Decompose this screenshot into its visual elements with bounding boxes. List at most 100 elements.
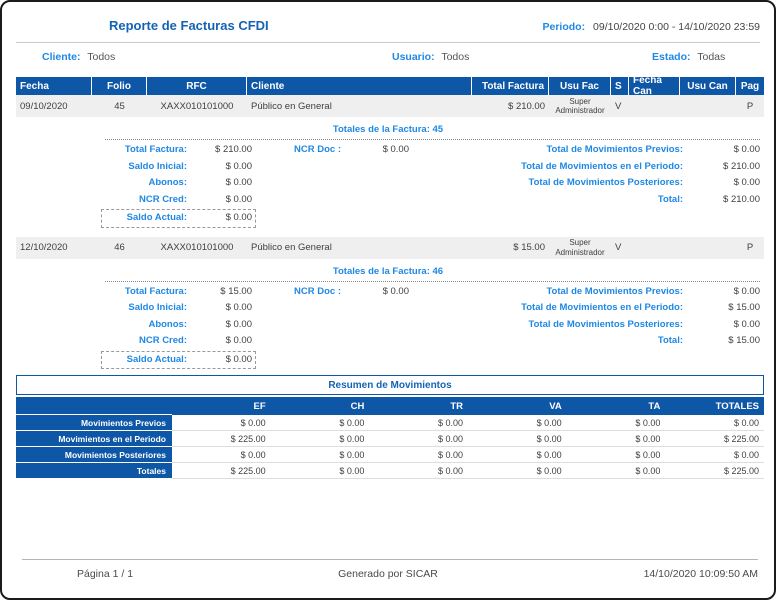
summary-cell: $ 0.00: [566, 447, 666, 463]
cell-s: V: [611, 95, 629, 117]
cell-total-factura: $ 15.00: [472, 236, 549, 259]
detail-label: Total de Movimientos en el Periodo:: [521, 302, 683, 313]
detail-middle-column: NCR Doc : $ 0.00: [256, 142, 409, 159]
cell-rfc: XAXX010101000: [147, 95, 247, 117]
summary-cell: $ 0.00: [468, 463, 567, 479]
summary-cell: $ 225.00: [665, 431, 765, 447]
detail-value: $ 0.00: [733, 318, 760, 330]
dotted-divider: [105, 280, 760, 282]
invoice-row-46: 12/10/2020 46 XAXX010101000 Público en G…: [16, 236, 764, 259]
summary-row-periodo: Movimientos en el Periodo $ 225.00 $ 0.0…: [16, 431, 765, 447]
summary-cell: $ 0.00: [270, 431, 370, 447]
invoice-table-header: Fecha Folio RFC Cliente Total Factura Us…: [16, 77, 764, 95]
detail-middle-column: NCR Doc : $ 0.00: [256, 284, 409, 301]
col-header-s: S: [611, 77, 629, 95]
summary-row-label: Movimientos Posteriores: [16, 447, 172, 463]
cell-usu-can: [680, 95, 736, 117]
detail-value: $ 15.00: [728, 302, 760, 313]
detail-value: $ 210.00: [723, 193, 760, 205]
cell-fecha-can: [629, 236, 680, 259]
filter-estado-value: Todas: [697, 51, 726, 63]
cell-fecha: 09/10/2020: [16, 95, 92, 117]
summary-cell: $ 225.00: [665, 463, 765, 479]
summary-col-totales: TOTALES: [665, 397, 765, 415]
cell-total-factura: $ 210.00: [472, 95, 549, 117]
detail-left-column: Total Factura: $ 15.00 Saldo Inicial: $ 0.…: [101, 284, 256, 369]
detail-label: Abonos:: [148, 318, 187, 330]
generated-timestamp: 14/10/2020 10:09:50 AM: [643, 568, 758, 580]
summary-col-tr: TR: [369, 397, 469, 415]
period-label: Periodo:: [542, 21, 586, 33]
detail-value: $ 0.00: [225, 193, 252, 205]
detail-label: Saldo Inicial:: [128, 302, 187, 313]
summary-cell: $ 0.00: [566, 431, 666, 447]
detail-label: Total de Movimientos Previos:: [546, 285, 683, 297]
detail-label: Total de Movimientos Previos:: [546, 144, 683, 155]
col-header-pag: Pag: [736, 77, 764, 95]
summary-header-empty: [16, 397, 172, 415]
detail-label: Total Factura:: [124, 285, 187, 297]
detail-value: $ 0.00: [733, 144, 760, 155]
summary-cell: $ 0.00: [270, 415, 370, 431]
cell-usu-fac: Super Administrador: [549, 95, 611, 117]
summary-title: Resumen de Movimientos: [16, 375, 764, 395]
detail-label: Total de Movimientos Posteriores:: [528, 177, 684, 188]
cell-usu-can: [680, 236, 736, 259]
summary-row-label: Totales: [16, 463, 172, 479]
summary-row-totales: Totales $ 225.00 $ 0.00 $ 0.00 $ 0.00 $ …: [16, 463, 765, 479]
detail-label: Saldo Actual:: [126, 212, 187, 223]
summary-table: Resumen de Movimientos EF CH TR VA TA TO…: [16, 375, 765, 479]
detail-label: Saldo Inicial:: [128, 160, 187, 172]
summary-col-ef: EF: [172, 397, 271, 415]
cell-pag: P: [736, 236, 764, 259]
summary-cell: $ 0.00: [468, 431, 567, 447]
filter-cliente-label: Cliente:: [42, 51, 81, 63]
report-footer: Generado por SICAR Página 1 / 1 14/10/20…: [2, 568, 774, 582]
summary-cell: $ 0.00: [566, 415, 666, 431]
summary-cell: $ 0.00: [468, 447, 567, 463]
footer-divider: [22, 559, 758, 560]
filter-usuario-label: Usuario:: [392, 51, 435, 63]
col-header-rfc: RFC: [147, 77, 247, 95]
filters-row: Cliente: Todos Usuario: Todos Estado: To…: [16, 43, 760, 69]
invoice-totals-heading: Totales de la Factura: 45: [332, 124, 444, 135]
detail-value: $ 15.00: [728, 335, 760, 346]
detail-label: Total de Movimientos en el Periodo:: [521, 160, 683, 172]
summary-row-label: Movimientos Previos: [16, 415, 172, 431]
detail-label: Total Factura:: [124, 144, 187, 155]
col-header-total-factura: Total Factura: [472, 77, 549, 95]
detail-value: $ 0.00: [382, 144, 409, 155]
col-header-usu-fac: Usu Fac: [549, 77, 611, 95]
detail-value: $ 0.00: [225, 212, 252, 223]
summary-cell: $ 0.00: [172, 415, 271, 431]
summary-cell: $ 0.00: [665, 415, 765, 431]
invoice-45-totals: Totales de la Factura: 45 Total Factura:…: [16, 124, 760, 228]
detail-value: $ 0.00: [382, 285, 409, 297]
detail-label: NCR Cred:: [138, 193, 187, 205]
summary-cell: $ 0.00: [468, 415, 567, 431]
filter-estado: Estado: Todas: [652, 51, 725, 63]
page-title: Reporte de Facturas CFDI: [109, 18, 269, 33]
cell-folio: 45: [92, 95, 147, 117]
filter-usuario: Usuario: Todos: [392, 51, 469, 63]
summary-cell: $ 0.00: [369, 431, 469, 447]
invoice-46-totals: Totales de la Factura: 46 Total Factura:…: [16, 266, 760, 369]
detail-value: $ 0.00: [225, 318, 252, 330]
summary-row-previos: Movimientos Previos $ 0.00 $ 0.00 $ 0.00…: [16, 415, 765, 431]
detail-label: Total de Movimientos Posteriores:: [528, 318, 684, 330]
detail-label: Abonos:: [148, 177, 187, 188]
summary-cell: $ 0.00: [270, 463, 370, 479]
page-number: Página 1 / 1: [77, 568, 134, 580]
saldo-actual-box: Saldo Actual: $ 0.00: [101, 209, 256, 228]
summary-col-ta: TA: [566, 397, 666, 415]
summary-cell: $ 0.00: [369, 463, 469, 479]
col-header-fecha-can: Fecha Can: [629, 77, 680, 95]
filter-cliente-value: Todos: [87, 51, 116, 63]
cell-pag: P: [736, 95, 764, 117]
detail-right-column: Total de Movimientos Previos: $ 0.00 Tota…: [458, 142, 760, 208]
report-window: { "report": { "title": "Reporte de Factu…: [0, 0, 776, 600]
saldo-actual-box: Saldo Actual: $ 0.00: [101, 350, 256, 369]
invoice-row-45: 09/10/2020 45 XAXX010101000 Público en G…: [16, 95, 764, 117]
detail-value: $ 0.00: [225, 302, 252, 313]
col-header-cliente: Cliente: [247, 77, 472, 95]
